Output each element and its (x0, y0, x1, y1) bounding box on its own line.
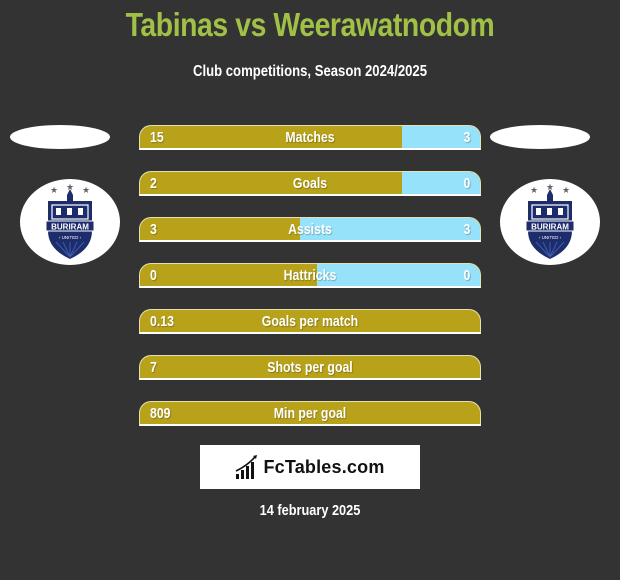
buriram-united-crest-icon: ★ ★ ★ BURIRAM ‹ UNITED › (525, 182, 575, 259)
left-value: 809 (150, 405, 171, 422)
svg-text:BURIRAM: BURIRAM (51, 223, 89, 232)
left-value: 0 (150, 267, 157, 284)
right-value: 0 (463, 267, 470, 284)
stat-row-goals-per-match: 0.13 Goals per match (139, 309, 481, 334)
stat-label: Goals per match (261, 313, 359, 330)
stat-row-assists: 3 Assists 3 (139, 217, 481, 242)
stat-row-min-per-goal: 809 Min per goal (139, 401, 481, 426)
left-club-logo: ★ ★ ★ BURIRAM ‹ UNITED › (20, 179, 120, 265)
stat-label: Matches (285, 129, 335, 146)
page-title: Tabinas vs Weerawatnodom (125, 6, 495, 43)
left-value: 7 (150, 359, 157, 376)
stat-row-goals: 2 Goals 0 (139, 171, 481, 196)
right-value: 3 (463, 221, 470, 238)
fctables-brand-link[interactable]: FcTables.com (200, 445, 420, 489)
right-club-logo: ★ ★ ★ BURIRAM ‹ UNITED › (500, 179, 600, 265)
stat-label: Hattricks (283, 267, 337, 284)
stat-label: Shots per goal (267, 359, 353, 376)
buriram-united-crest-icon: ★ ★ ★ BURIRAM ‹ UNITED › (45, 182, 95, 259)
stat-label: Assists (288, 221, 332, 238)
right-value: 0 (463, 175, 470, 192)
stat-row-hattricks: 0 Hattricks 0 (139, 263, 481, 288)
svg-text:‹ UNITED ›: ‹ UNITED › (59, 235, 82, 240)
svg-text:★: ★ (530, 185, 538, 195)
competition-subtitle: Club competitions, Season 2024/2025 (192, 63, 428, 80)
svg-text:★: ★ (562, 185, 570, 195)
report-date: 14 february 2025 (259, 502, 361, 519)
svg-text:BURIRAM: BURIRAM (531, 223, 569, 232)
right-player-badge (490, 125, 590, 149)
stat-row-shots-per-goal: 7 Shots per goal (139, 355, 481, 380)
left-value: 2 (150, 175, 157, 192)
left-value: 15 (150, 129, 164, 146)
stat-row-matches: 15 Matches 3 (139, 125, 481, 150)
left-player-badge (10, 125, 110, 149)
brand-name: FcTables.com (263, 456, 385, 477)
svg-text:★: ★ (82, 185, 90, 195)
stat-label: Goals (292, 175, 328, 192)
stat-label: Min per goal (273, 405, 347, 422)
right-value: 3 (463, 129, 470, 146)
bar-chart-icon (236, 455, 258, 479)
left-value: 3 (150, 221, 157, 238)
svg-text:★: ★ (50, 185, 58, 195)
svg-text:‹ UNITED ›: ‹ UNITED › (539, 235, 562, 240)
